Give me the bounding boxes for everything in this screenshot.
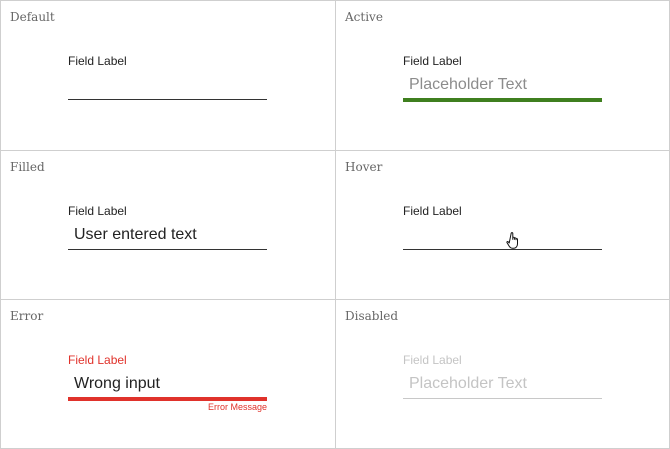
text-input-active[interactable]: Placeholder Text [403,73,602,102]
text-field-active: Field Label Placeholder Text [403,54,602,102]
text-input-filled[interactable]: User entered text [68,223,267,250]
state-title: Disabled [345,309,399,323]
state-title: Default [10,10,55,24]
text-input-hover[interactable] [403,223,602,250]
field-label: Field Label [68,54,127,68]
text-input-default[interactable] [68,73,267,100]
state-panel-hover: Hover Field Label [335,150,670,300]
state-panel-disabled: Disabled Field Label Placeholder Text [335,299,670,449]
input-value: User entered text [74,226,197,243]
field-label: Field Label [403,54,462,68]
input-placeholder: Placeholder Text [409,76,527,93]
field-label: Field Label [68,353,127,367]
input-placeholder: Placeholder Text [409,375,527,392]
state-panel-default: Default Field Label [0,0,336,151]
state-title: Hover [345,160,383,174]
field-label: Field Label [68,204,127,218]
state-title: Active [345,10,383,24]
state-title: Error [10,309,44,323]
hand-pointer-icon [506,232,518,249]
text-input-disabled: Placeholder Text [403,372,602,399]
state-title: Filled [10,160,45,174]
text-field-states-grid: Default Field Label Active Field Label P… [0,0,670,449]
input-value: Wrong input [74,375,160,392]
text-field-filled: Field Label User entered text [68,204,267,250]
text-field-error: Field Label Wrong input Error Message [68,353,267,412]
text-input-error[interactable]: Wrong input [68,372,267,401]
text-field-hover: Field Label [403,204,602,250]
state-panel-filled: Filled Field Label User entered text [0,150,336,300]
text-field-default: Field Label [68,54,267,100]
field-label: Field Label [403,204,462,218]
state-panel-error: Error Field Label Wrong input Error Mess… [0,299,336,449]
field-label: Field Label [403,353,462,367]
state-panel-active: Active Field Label Placeholder Text [335,0,670,151]
text-field-disabled: Field Label Placeholder Text [403,353,602,399]
error-message: Error Message [207,402,267,412]
